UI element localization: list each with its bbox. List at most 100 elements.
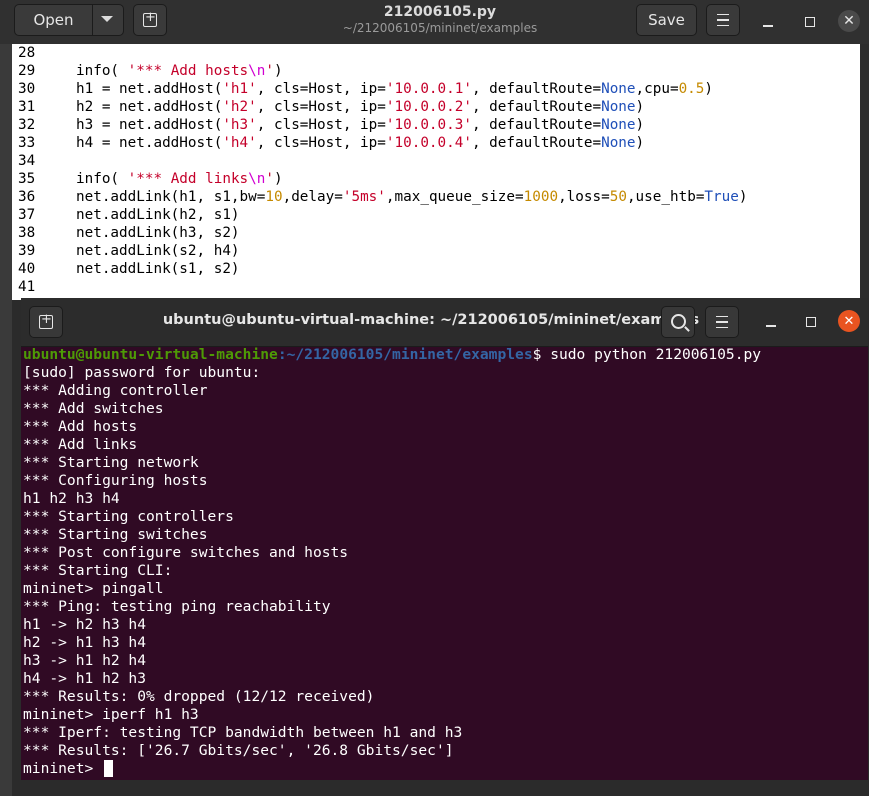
code-text: net.addLink(h2, s1)	[76, 206, 240, 224]
terminal-minimize-button[interactable]	[761, 312, 781, 332]
code-text: h4 = net.addHost('h4', cls=Host, ip='10.…	[76, 134, 644, 152]
code-line[interactable]: 30 h1 = net.addHost('h1', cls=Host, ip='1…	[12, 80, 860, 98]
code-token: net.addLink(s2, h4)	[76, 243, 240, 259]
maximize-icon	[806, 317, 816, 327]
code-token: , defaultRoute=	[471, 135, 602, 151]
code-line[interactable]: 28	[12, 44, 860, 62]
code-token: 1000	[523, 189, 559, 205]
terminal-line: *** Results: 0% dropped (12/12 received)	[23, 688, 375, 705]
hamburger-icon	[717, 14, 729, 26]
terminal-search-button[interactable]	[661, 306, 695, 338]
gedit-minimize-button[interactable]	[758, 12, 778, 32]
terminal-window: ubuntu@ubuntu-virtual-machine: ~/2120061…	[21, 298, 868, 780]
line-number: 31	[18, 99, 36, 115]
code-token: , cls=Host, ip=	[256, 99, 386, 115]
code-line[interactable]: 33 h4 = net.addHost('h4', cls=Host, ip='1…	[12, 134, 860, 152]
new-tab-icon	[39, 312, 53, 329]
code-token: 10	[265, 189, 283, 205]
text-cursor	[104, 760, 114, 777]
code-token: , defaultRoute=	[471, 99, 602, 115]
code-token: None	[601, 135, 636, 151]
code-text: net.addLink(s2, h4)	[76, 242, 240, 260]
code-token: None	[601, 81, 636, 97]
gedit-close-button[interactable]: ✕	[838, 10, 860, 32]
code-line[interactable]: 37 net.addLink(h2, s1)	[12, 206, 860, 224]
terminal-line: *** Starting network	[23, 454, 199, 471]
code-line[interactable]: 35 info( '*** Add links\n')	[12, 170, 860, 188]
code-token: )	[738, 189, 748, 205]
terminal-line: *** Add switches	[23, 400, 164, 417]
side-panel-strip	[0, 44, 12, 796]
chevron-down-icon[interactable]	[101, 16, 113, 22]
code-line[interactable]: 39 net.addLink(s2, h4)	[12, 242, 860, 260]
gedit-maximize-button[interactable]	[800, 12, 820, 32]
prompt-path: :~/212006105/mininet/examples	[277, 346, 533, 363]
code-token: 'h4'	[222, 135, 257, 151]
code-token: 50	[609, 189, 627, 205]
maximize-icon	[805, 17, 815, 27]
code-token: h1 = net.addHost(	[76, 81, 223, 97]
code-line[interactable]: 41	[12, 278, 860, 296]
open-button[interactable]: Open	[14, 4, 124, 36]
gedit-menu-button[interactable]	[706, 4, 740, 36]
terminal-new-tab-button[interactable]	[29, 306, 63, 338]
code-line[interactable]: 38 net.addLink(h3, s2)	[12, 224, 860, 242]
line-number: 29	[18, 63, 36, 79]
terminal-line: h3 -> h1 h2 h4	[23, 652, 147, 669]
terminal-line: *** Starting CLI:	[23, 562, 173, 579]
code-text: h3 = net.addHost('h3', cls=Host, ip='10.…	[76, 116, 644, 134]
terminal-line: *** Results: ['26.7 Gbits/sec', '26.8 Gb…	[23, 742, 454, 759]
final-prompt-line[interactable]: mininet>	[23, 760, 114, 778]
document-path: ~/212006105/mininet/examples	[342, 21, 538, 35]
code-token: '10.0.0.1'	[385, 81, 472, 97]
code-token: '10.0.0.2'	[385, 99, 472, 115]
bottom-strip	[21, 780, 868, 796]
terminal-line: [sudo] password for ubuntu:	[23, 364, 261, 381]
code-editor[interactable]: 28 29 info( '*** Add hosts\n') 30 h1 = net.a…	[12, 44, 860, 300]
code-token: 0.5	[678, 81, 705, 97]
document-title: 212006105.py	[383, 4, 497, 20]
code-text: net.addLink(h3, s2)	[76, 224, 240, 242]
terminal-line: *** Add hosts	[23, 418, 138, 435]
terminal-line: *** Adding controller	[23, 382, 208, 399]
code-token: h2 = net.addHost(	[76, 99, 223, 115]
new-document-button[interactable]	[133, 4, 167, 36]
code-line[interactable]: 40 net.addLink(s1, s2)	[12, 260, 860, 278]
terminal-line: mininet> pingall	[23, 580, 164, 597]
close-icon: ✕	[843, 313, 855, 329]
terminal-line: h4 -> h1 h2 h3	[23, 670, 147, 687]
code-line[interactable]: 31 h2 = net.addHost('h2', cls=Host, ip='1…	[12, 98, 860, 116]
code-line[interactable]: 34	[12, 152, 860, 170]
code-token: , cls=Host, ip=	[256, 117, 386, 133]
code-token: 'h2'	[222, 99, 257, 115]
line-number: 33	[18, 135, 36, 151]
gedit-header-bar: Open 212006105.py ~/212006105/mininet/ex…	[0, 0, 869, 45]
code-token: , cls=Host, ip=	[256, 81, 386, 97]
terminal-line: mininet> iperf h1 h3	[23, 706, 199, 723]
line-number: 30	[18, 81, 36, 97]
terminal-close-button[interactable]: ✕	[838, 310, 860, 332]
terminal-line: h2 -> h1 h3 h4	[23, 634, 147, 651]
code-token: info(	[76, 63, 128, 79]
code-token: \n	[248, 63, 266, 79]
line-number: 39	[18, 243, 36, 259]
terminal-maximize-button[interactable]	[801, 312, 821, 332]
terminal-menu-button[interactable]	[705, 306, 739, 338]
code-token: , defaultRoute=	[471, 117, 602, 133]
editor-scrollbar[interactable]	[860, 44, 869, 300]
save-button[interactable]: Save	[636, 4, 697, 36]
code-text: info( '*** Add hosts\n')	[76, 62, 283, 80]
code-line[interactable]: 29 info( '*** Add hosts\n')	[12, 62, 860, 80]
close-icon: ✕	[843, 13, 855, 29]
new-tab-icon	[143, 10, 157, 27]
code-token: ,cpu=	[635, 81, 679, 97]
line-number: 38	[18, 225, 36, 241]
open-button-divider	[92, 5, 93, 35]
code-line[interactable]: 32 h3 = net.addHost('h3', cls=Host, ip='1…	[12, 116, 860, 134]
code-token: ,delay=	[282, 189, 343, 205]
terminal-output[interactable]: ubuntu@ubuntu-virtual-machine:~/21200610…	[21, 346, 868, 780]
line-number: 34	[18, 153, 36, 169]
line-number: 35	[18, 171, 36, 187]
code-line[interactable]: 36 net.addLink(h1, s1,bw=10,delay='5ms',m…	[12, 188, 860, 206]
line-number: 37	[18, 207, 36, 223]
